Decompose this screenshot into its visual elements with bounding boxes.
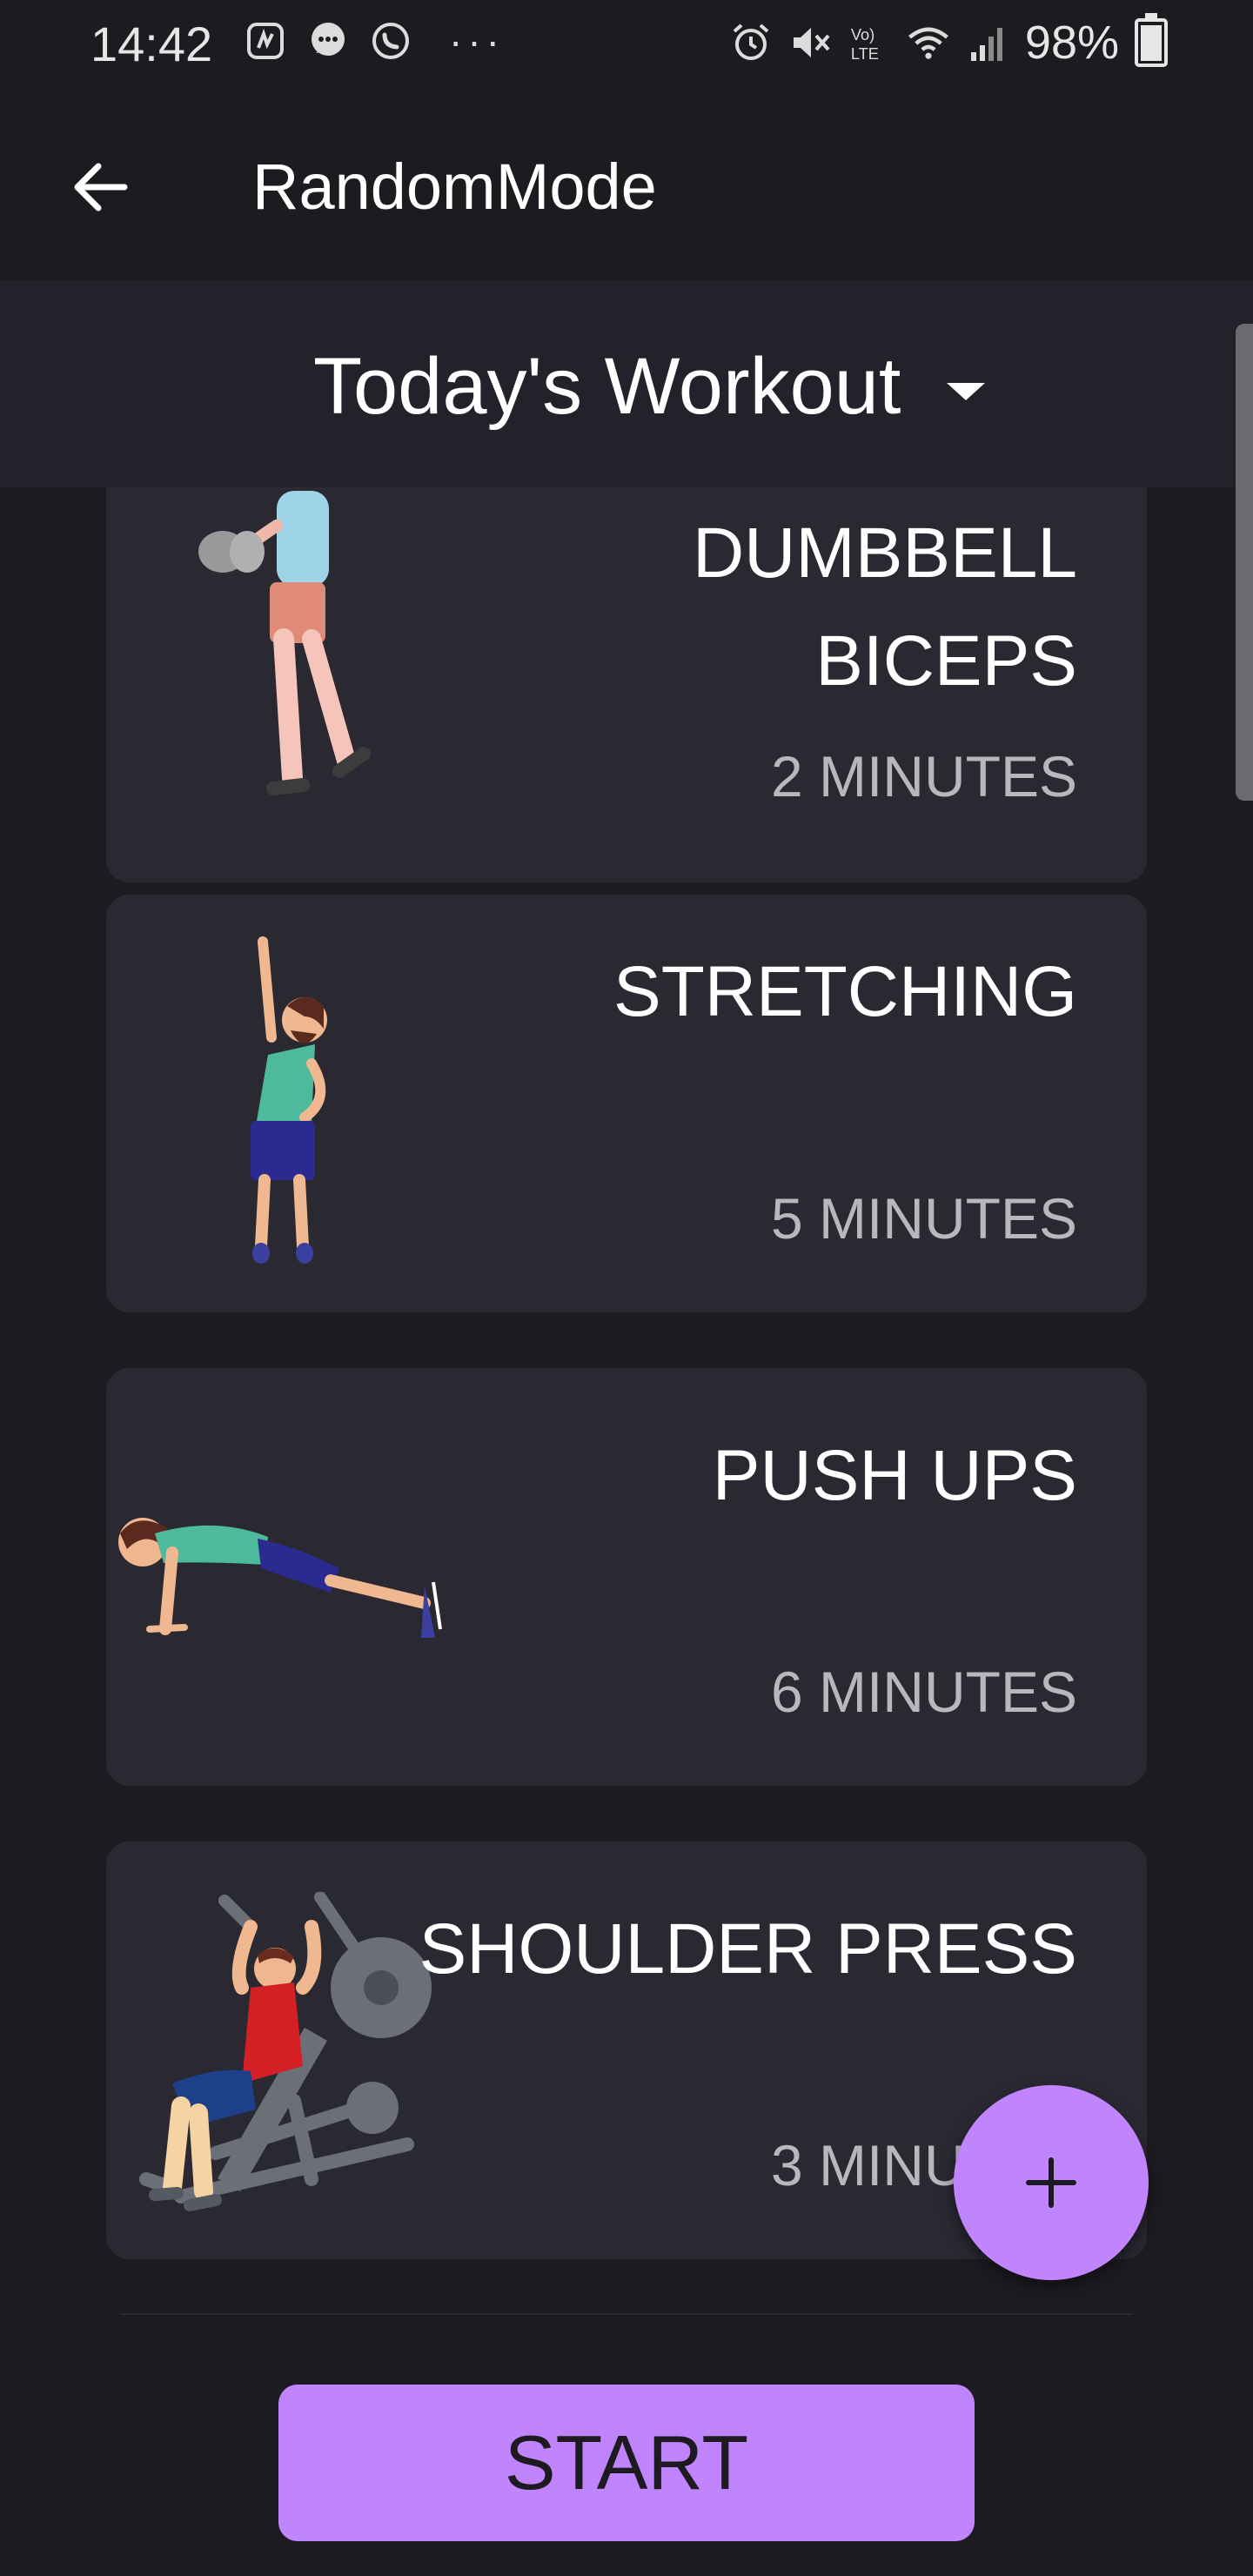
battery-percentage: 98%: [1024, 17, 1119, 69]
volte-icon: Vo) LTE: [848, 21, 891, 64]
status-time: 14:42: [90, 17, 213, 71]
message-icon: [306, 19, 350, 63]
push-ups-figure: [118, 1518, 442, 1638]
start-button[interactable]: START: [278, 2385, 975, 2541]
workout-selector-area: Today's Workout: [0, 280, 1253, 487]
page-title: RandomMode: [252, 151, 657, 223]
list-divider: [120, 2313, 1133, 2315]
whatsapp-icon: [369, 19, 412, 63]
exercise-duration: 5 MINUTES: [770, 1186, 1077, 1251]
more-notifications-icon: ···: [449, 18, 505, 64]
mute-icon: [788, 21, 832, 64]
dumbbell-biceps-figure: [198, 487, 371, 795]
exercise-name: SHOULDER PRESS: [419, 1909, 1077, 1989]
exercise-name: STRETCHING: [613, 952, 1077, 1031]
status-bar: 14:42 ··· Vo) LTE 98%: [0, 0, 1253, 87]
exercise-list[interactable]: DUMBBELL BICEPS 2 MINUTES STRETCHING 5 M…: [0, 487, 1253, 2289]
add-exercise-button[interactable]: [954, 2085, 1149, 2280]
exercise-duration: 6 MINUTES: [770, 1660, 1077, 1724]
svg-text:LTE: LTE: [851, 44, 879, 63]
stretching-figure: [251, 936, 327, 1264]
back-button[interactable]: [52, 139, 148, 235]
plus-icon: [1026, 2157, 1076, 2208]
arrow-back-icon: [74, 163, 128, 211]
saavn-icon: [244, 19, 287, 63]
battery-icon: [1135, 13, 1168, 67]
exercise-name: DUMBBELL BICEPS: [692, 513, 1077, 701]
exercise-duration: 2 MINUTES: [770, 744, 1077, 808]
alarm-icon: [729, 21, 773, 64]
exercise-card[interactable]: DUMBBELL BICEPS 2 MINUTES: [106, 487, 1147, 882]
status-system-icons: Vo) LTE 98%: [729, 13, 1168, 70]
dropdown-caret-icon: [946, 382, 985, 400]
svg-text:Vo): Vo): [851, 25, 874, 44]
exercise-name: PUSH UPS: [712, 1436, 1077, 1515]
exercise-card[interactable]: STRETCHING 5 MINUTES: [106, 895, 1147, 1312]
workout-dropdown-label: Today's Workout: [313, 342, 901, 431]
shoulder-press-figure: [139, 1892, 432, 2211]
wifi-icon: [907, 21, 950, 64]
status-notification-icons: ···: [244, 17, 505, 64]
app-bar: RandomMode: [0, 87, 1253, 280]
exercise-card[interactable]: PUSH UPS 6 MINUTES: [106, 1368, 1147, 1786]
signal-icon: [966, 21, 1009, 64]
workout-dropdown[interactable]: Today's Workout: [313, 341, 985, 433]
